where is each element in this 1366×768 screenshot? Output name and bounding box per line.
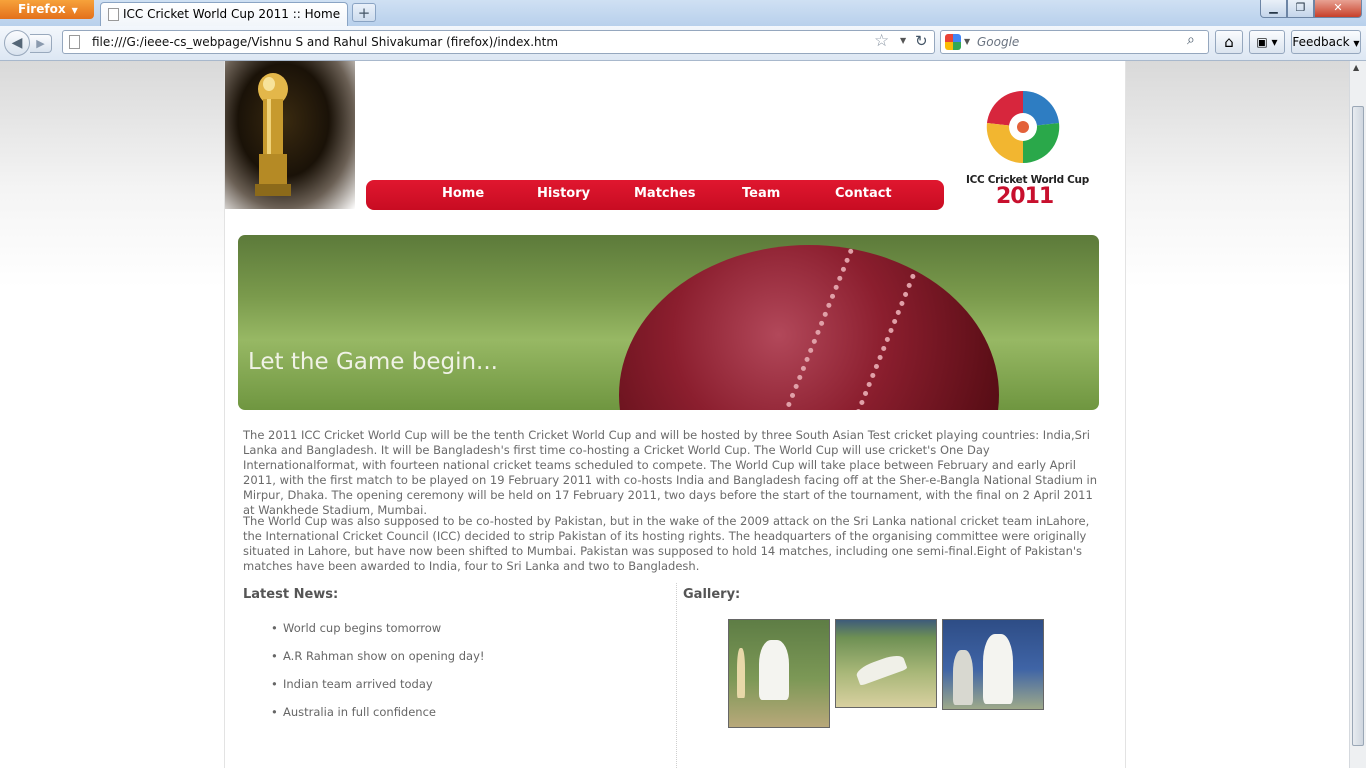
bookmarks-button[interactable]: ▣ ▾ [1249, 30, 1285, 54]
batsman-figure [983, 634, 1013, 704]
history-dropdown-icon[interactable]: ▼ [900, 36, 906, 45]
reload-icon[interactable]: ↻ [915, 32, 928, 50]
nav-matches[interactable]: Matches [634, 186, 695, 201]
maximize-button[interactable]: ❐ [1287, 0, 1314, 18]
nav-home[interactable]: Home [442, 186, 484, 201]
bullet-icon: • [271, 649, 278, 663]
home-button[interactable]: ⌂ [1215, 30, 1243, 54]
news-item-text: Australia in full confidence [283, 705, 436, 719]
engine-dropdown-icon[interactable]: ▼ [964, 37, 970, 46]
list-item: • World cup begins tomorrow [271, 621, 485, 649]
page-icon [69, 35, 80, 49]
new-tab-button[interactable]: + [352, 3, 376, 22]
news-list: • World cup begins tomorrow • A.R Rahman s… [271, 621, 485, 733]
page-favicon-icon [108, 8, 119, 21]
logo-emblem-icon [985, 89, 1061, 165]
fielder-figure [854, 651, 908, 687]
trophy-icon [255, 73, 291, 196]
list-item: • A.R Rahman show on opening day! [271, 649, 485, 677]
nav-team[interactable]: Team [742, 186, 780, 201]
intro-paragraph-1: The 2011 ICC Cricket World Cup will be t… [243, 428, 1098, 517]
page-container: Home History Matches Team Contact ICC Cr… [224, 61, 1126, 768]
url-text: file:///G:/ieee-cs_webpage/Vishnu S and … [92, 35, 559, 49]
title-bar: Firefox ▼ ICC Cricket World Cup 2011 :: H… [0, 0, 1366, 26]
forward-button[interactable]: ▶ [30, 34, 52, 53]
scrollbar-thumb[interactable] [1352, 106, 1364, 746]
banner-tagline: Let the Game begin... [248, 349, 498, 375]
list-item: • Australia in full confidence [271, 705, 485, 733]
back-button[interactable]: ◀ [4, 30, 30, 56]
page-viewport: Home History Matches Team Contact ICC Cr… [0, 61, 1349, 768]
firefox-menu-button[interactable]: Firefox ▼ [0, 0, 94, 19]
tab-home[interactable]: ICC Cricket World Cup 2011 :: Home [100, 2, 348, 26]
chevron-down-icon: ▼ [1353, 39, 1360, 48]
bullet-icon: • [271, 677, 278, 691]
latest-news-heading: Latest News: [243, 587, 339, 602]
chevron-down-icon: ▼ [71, 6, 78, 15]
plus-icon: + [357, 4, 371, 22]
news-item-text: World cup begins tomorrow [283, 621, 442, 635]
keeper-figure [953, 650, 973, 705]
arrow-right-icon: ▶ [36, 37, 45, 50]
hero-banner: Let the Game begin... [238, 235, 1099, 410]
gallery-image-2[interactable] [835, 619, 937, 708]
feedback-button[interactable]: Feedback ▼ [1291, 30, 1361, 54]
stumps-figure [737, 648, 745, 698]
tab-title: ICC Cricket World Cup 2011 :: Home [123, 7, 341, 21]
search-bar[interactable]: ▼ Google ⌕ [940, 30, 1209, 54]
feedback-label: Feedback [1292, 35, 1350, 49]
scroll-up-icon[interactable]: ▲ [1353, 63, 1359, 72]
column-divider [676, 583, 677, 768]
bookmark-star-icon[interactable]: ☆ [874, 31, 889, 51]
batsman-figure [759, 640, 789, 700]
gallery-image-3[interactable] [942, 619, 1044, 710]
world-cup-logo: ICC Cricket World Cup 2011 [962, 83, 1089, 211]
address-bar[interactable]: file:///G:/ieee-cs_webpage/Vishnu S and … [62, 30, 935, 54]
home-icon: ⌂ [1224, 33, 1234, 51]
gallery-image-1[interactable] [728, 619, 830, 728]
google-engine-icon[interactable] [945, 34, 961, 50]
bullet-icon: • [271, 621, 278, 635]
main-nav: Home History Matches Team Contact [366, 180, 944, 210]
bullet-icon: • [271, 705, 278, 719]
gallery-heading: Gallery: [683, 587, 741, 602]
news-item-text: A.R Rahman show on opening day! [283, 649, 485, 663]
close-button[interactable]: ✕ [1314, 0, 1362, 18]
news-item-text: Indian team arrived today [283, 677, 433, 691]
bookmarks-icon: ▣ ▾ [1256, 35, 1278, 49]
search-placeholder: Google [977, 35, 1020, 49]
logo-year: 2011 [996, 184, 1054, 209]
search-icon[interactable]: ⌕ [1187, 32, 1195, 48]
list-item: • Indian team arrived today [271, 677, 485, 705]
arrow-left-icon: ◀ [11, 35, 23, 51]
firefox-menu-label: Firefox [18, 2, 66, 16]
nav-contact[interactable]: Contact [835, 186, 892, 201]
navigation-toolbar: ◀ ▶ file:///G:/ieee-cs_webpage/Vishnu S … [0, 26, 1366, 61]
minimize-button[interactable]: ▁ [1260, 0, 1287, 18]
vertical-scrollbar[interactable]: ▲ [1349, 61, 1366, 768]
trophy-image [225, 61, 355, 209]
intro-paragraph-2: The World Cup was also supposed to be co… [243, 514, 1090, 573]
nav-history[interactable]: History [537, 186, 590, 201]
